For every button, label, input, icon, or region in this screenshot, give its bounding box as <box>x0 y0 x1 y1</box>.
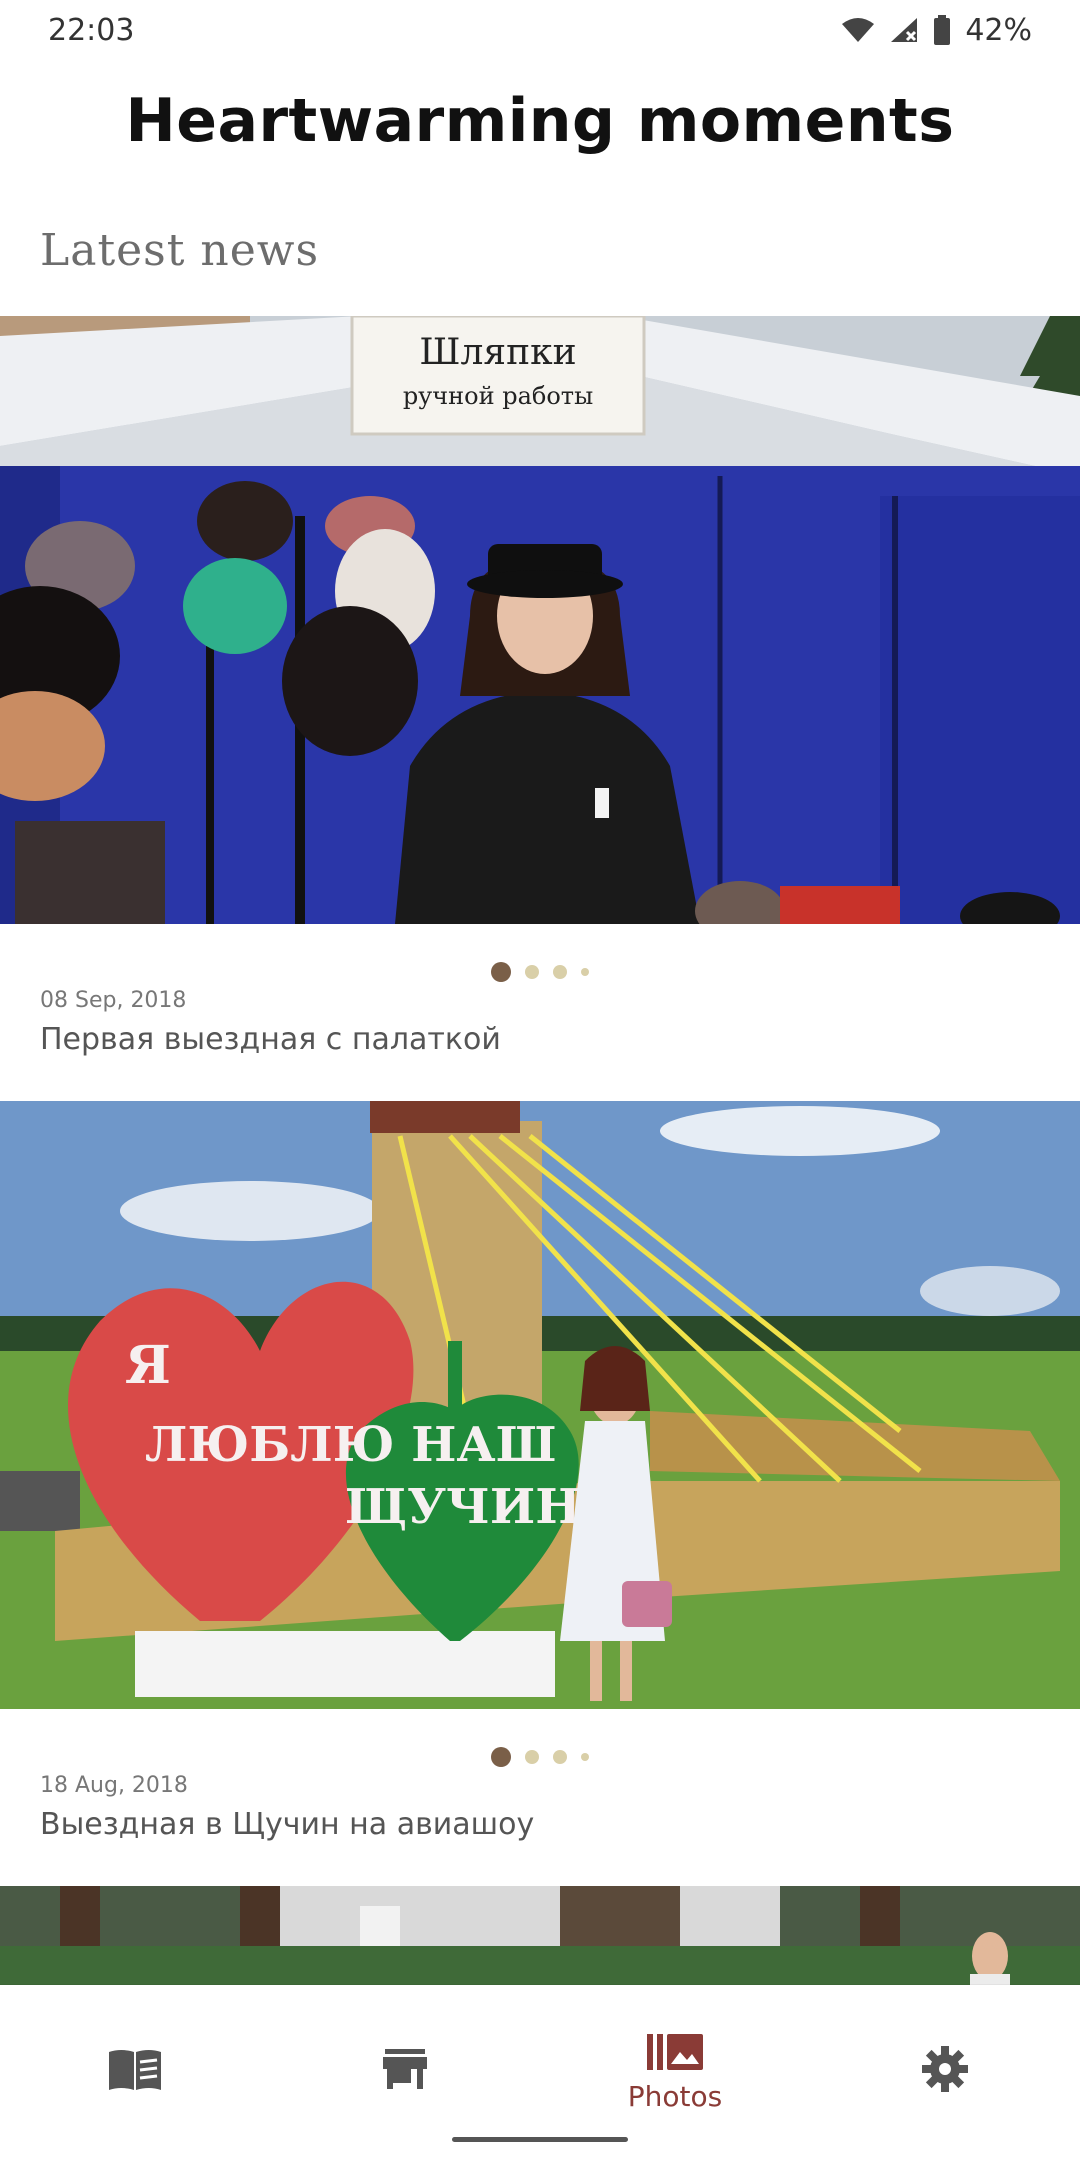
sign-text-line1: Шляпки <box>419 332 576 373</box>
carousel-dot[interactable] <box>553 1750 567 1764</box>
nav-item-photos[interactable]: Photos <box>540 1985 810 2160</box>
cell-signal-icon <box>891 18 918 42</box>
news-photo[interactable] <box>0 1886 1080 1985</box>
news-card[interactable]: Шляпки ручной работы 08 Sep, 2018 Первая… <box>0 316 1080 1100</box>
wifi-icon <box>842 18 875 42</box>
news-card[interactable] <box>0 1886 1080 1985</box>
section-title: Latest news <box>40 225 320 276</box>
carousel-dot[interactable] <box>491 1747 511 1767</box>
news-photo[interactable]: Я ЛЮБЛЮ НАШ ЩУЧИН! <box>0 1101 1080 1709</box>
carousel-dot[interactable] <box>553 965 567 979</box>
news-photo[interactable]: Шляпки ручной работы <box>0 316 1080 924</box>
battery-icon <box>934 15 951 45</box>
carousel-dots[interactable] <box>0 1747 1080 1767</box>
status-time: 22:03 <box>48 12 135 48</box>
sign-text-line2: ручной работы <box>403 382 593 410</box>
news-card[interactable]: Я ЛЮБЛЮ НАШ ЩУЧИН! 18 Aug, 2018 Выездная… <box>0 1101 1080 1885</box>
carousel-dot[interactable] <box>581 1753 589 1761</box>
nav-item-store[interactable] <box>270 1985 540 2160</box>
carousel-dot[interactable] <box>491 962 511 982</box>
battery-percent: 42% <box>965 12 1032 48</box>
bottom-nav: Photos <box>0 1985 1080 2160</box>
nav-label-photos: Photos <box>627 2080 723 2113</box>
home-indicator[interactable] <box>452 2137 628 2142</box>
status-icons: 42% <box>841 13 1032 48</box>
carousel-dots[interactable] <box>0 962 1080 982</box>
book-icon <box>109 2049 161 2090</box>
page-title: Heartwarming moments <box>125 86 955 156</box>
heart-text-3: ЩУЧИН! <box>345 1479 602 1535</box>
nav-item-news[interactable] <box>0 1985 270 2160</box>
news-title[interactable]: Выездная в Щучин на авиашоу <box>40 1807 534 1842</box>
heart-text-2: ЛЮБЛЮ НАШ <box>145 1417 557 1473</box>
status-bar: 22:03 42% <box>0 0 1080 60</box>
carousel-dot[interactable] <box>525 965 539 979</box>
store-icon <box>383 2048 427 2089</box>
carousel-dot[interactable] <box>525 1750 539 1764</box>
news-date: 08 Sep, 2018 <box>40 988 187 1013</box>
heart-text-1: Я <box>125 1335 171 1396</box>
carousel-dot[interactable] <box>581 968 589 976</box>
news-date: 18 Aug, 2018 <box>40 1773 188 1798</box>
gear-icon <box>922 2045 968 2092</box>
nav-item-settings[interactable] <box>810 1985 1080 2160</box>
news-title[interactable]: Первая выездная с палаткой <box>40 1022 501 1057</box>
photos-icon <box>647 2034 703 2070</box>
